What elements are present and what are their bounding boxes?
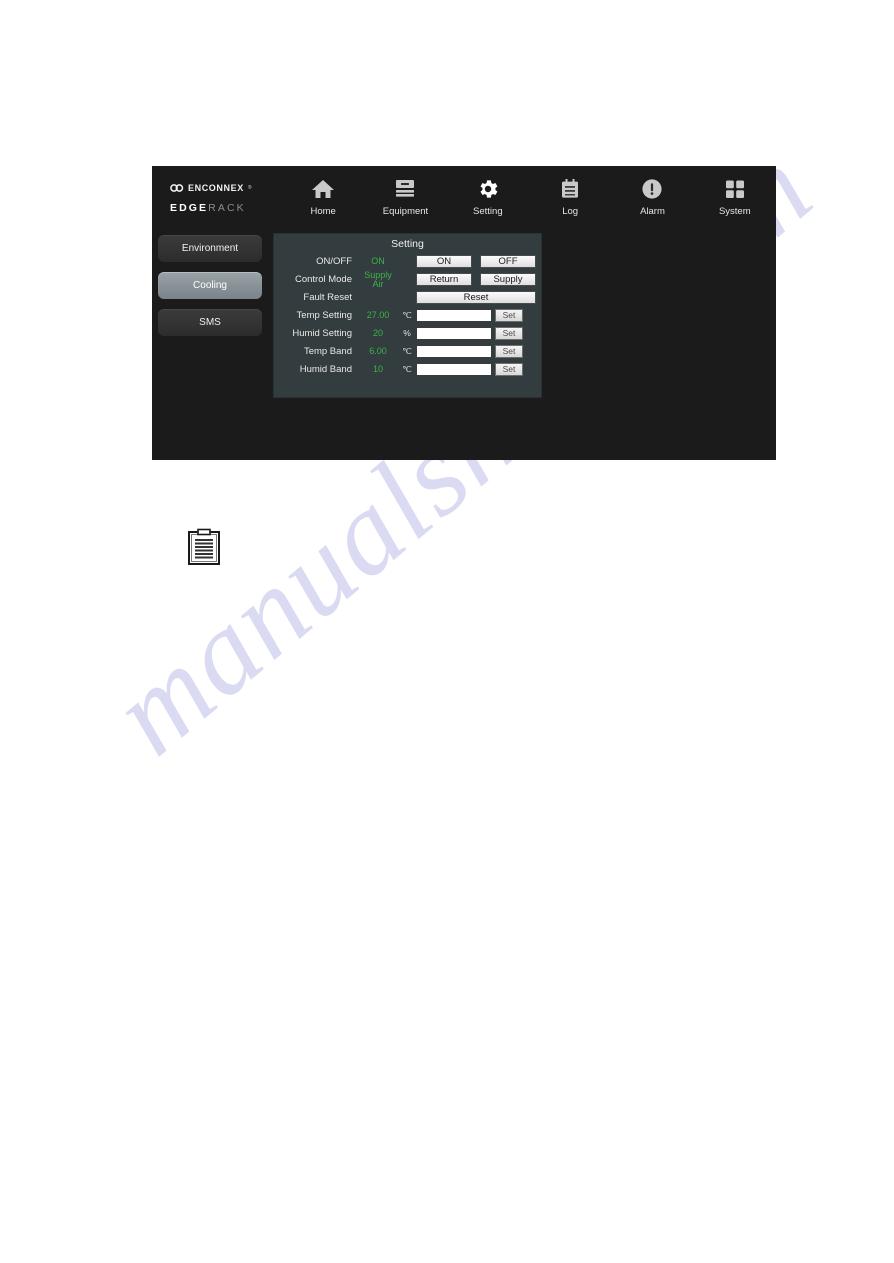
setting-row-onoff: ON/OFF ON ON OFF xyxy=(274,253,541,271)
off-button[interactable]: OFF xyxy=(480,255,536,268)
label-onoff: ON/OFF xyxy=(316,255,352,267)
nav-item-equipment[interactable]: Equipment xyxy=(364,174,446,217)
setting-row-humid-setting: Humid Setting 20 % Set xyxy=(274,325,541,343)
unit-temp-setting: ℃ xyxy=(402,310,412,321)
sidebar: Environment Cooling SMS xyxy=(158,235,262,346)
controls-humid-band: Set xyxy=(416,363,541,376)
temp-band-input[interactable] xyxy=(416,345,492,358)
brand-product-name: EDGERACK xyxy=(170,203,282,214)
value-temp-band: 6.00 xyxy=(369,346,387,356)
nav-item-system[interactable]: System xyxy=(694,174,776,217)
nav-label-log: Log xyxy=(562,206,579,217)
gear-icon xyxy=(475,174,501,204)
return-button[interactable]: Return xyxy=(416,273,472,286)
nav-label-home: Home xyxy=(310,206,336,217)
nav-item-alarm[interactable]: Alarm xyxy=(611,174,693,217)
label-humid-setting: Humid Setting xyxy=(292,327,352,339)
controls-temp-setting: Set xyxy=(416,309,541,322)
nav-items: Home Equipment Setting Log Alarm System xyxy=(282,166,776,217)
supply-button[interactable]: Supply xyxy=(480,273,536,286)
nav-item-setting[interactable]: Setting xyxy=(447,174,529,217)
temp-setting-input[interactable] xyxy=(416,309,492,322)
controls-humid-setting: Set xyxy=(416,327,541,340)
setting-row-humid-band: Humid Band 10 ℃ Set xyxy=(274,361,541,379)
alarm-exclamation-icon xyxy=(639,174,665,204)
label-humid-band: Humid Band xyxy=(299,363,352,375)
setting-row-control-mode: Control Mode Supply Air Return Supply xyxy=(274,269,541,289)
document-clipboard-icon xyxy=(186,527,222,567)
label-temp-setting: Temp Setting xyxy=(296,309,352,321)
label-control-mode: Control Mode xyxy=(294,273,352,285)
sidebar-item-environment[interactable]: Environment xyxy=(158,235,262,262)
controls-control-mode: Return Supply xyxy=(416,273,541,286)
setting-row-temp-setting: Temp Setting 27.00 ℃ Set xyxy=(274,307,541,325)
on-button[interactable]: ON xyxy=(416,255,472,268)
enconnex-double-circle-icon xyxy=(170,180,184,196)
nav-item-home[interactable]: Home xyxy=(282,174,364,217)
temp-setting-set-button[interactable]: Set xyxy=(495,309,523,322)
home-icon xyxy=(310,174,336,204)
sidebar-label-environment: Environment xyxy=(181,243,239,254)
value-humid-setting: 20 xyxy=(372,328,383,338)
value-control-mode: Supply Air xyxy=(364,269,392,289)
value-onoff: ON xyxy=(371,256,385,266)
nav-label-setting: Setting xyxy=(473,206,503,217)
reset-button[interactable]: Reset xyxy=(416,291,536,304)
grid-squares-icon xyxy=(722,174,748,204)
top-navigation-bar: ENCONNEX ® EDGERACK Home Equipment Setti… xyxy=(152,166,776,231)
humid-band-input[interactable] xyxy=(416,363,492,376)
equipment-rack-icon xyxy=(392,174,418,204)
sidebar-label-sms: SMS xyxy=(199,317,221,328)
brand-logo: ENCONNEX ® EDGERACK xyxy=(152,166,282,214)
sidebar-item-cooling[interactable]: Cooling xyxy=(158,272,262,299)
brand-product-prefix: EDGE xyxy=(170,202,209,214)
sidebar-item-sms[interactable]: SMS xyxy=(158,309,262,336)
panel-title: Setting xyxy=(391,238,424,250)
clipboard-log-icon xyxy=(557,174,583,204)
device-ui-screenshot: ENCONNEX ® EDGERACK Home Equipment Setti… xyxy=(152,166,776,460)
controls-onoff: ON OFF xyxy=(416,255,541,268)
nav-item-log[interactable]: Log xyxy=(529,174,611,217)
controls-fault-reset: Reset xyxy=(416,291,541,304)
temp-band-set-button[interactable]: Set xyxy=(495,345,523,358)
ui-body: Environment Cooling SMS Setting ON/OFF O… xyxy=(152,231,776,460)
sidebar-label-cooling: Cooling xyxy=(193,280,227,291)
brand-product-suffix: RACK xyxy=(208,202,246,214)
humid-setting-input[interactable] xyxy=(416,327,492,340)
nav-label-alarm: Alarm xyxy=(640,206,665,217)
nav-label-system: System xyxy=(718,206,751,217)
humid-band-set-button[interactable]: Set xyxy=(495,363,523,376)
nav-label-equipment: Equipment xyxy=(382,206,429,217)
controls-temp-band: Set xyxy=(416,345,541,358)
setting-row-fault-reset: Fault Reset Reset xyxy=(274,289,541,307)
humid-setting-set-button[interactable]: Set xyxy=(495,327,523,340)
unit-temp-band: ℃ xyxy=(402,346,412,357)
brand-company-name: ENCONNEX xyxy=(188,182,244,193)
setting-row-temp-band: Temp Band 6.00 ℃ Set xyxy=(274,343,541,361)
unit-humid-setting: % xyxy=(403,328,411,339)
setting-panel: Setting ON/OFF ON ON OFF Control Mode Su… xyxy=(273,233,542,398)
label-temp-band: Temp Band xyxy=(303,345,352,357)
brand-trademark: ® xyxy=(247,185,252,191)
value-humid-band: 10 xyxy=(372,364,383,374)
label-fault-reset: Fault Reset xyxy=(303,291,352,303)
unit-humid-band: ℃ xyxy=(402,364,412,375)
value-temp-setting: 27.00 xyxy=(366,310,390,320)
